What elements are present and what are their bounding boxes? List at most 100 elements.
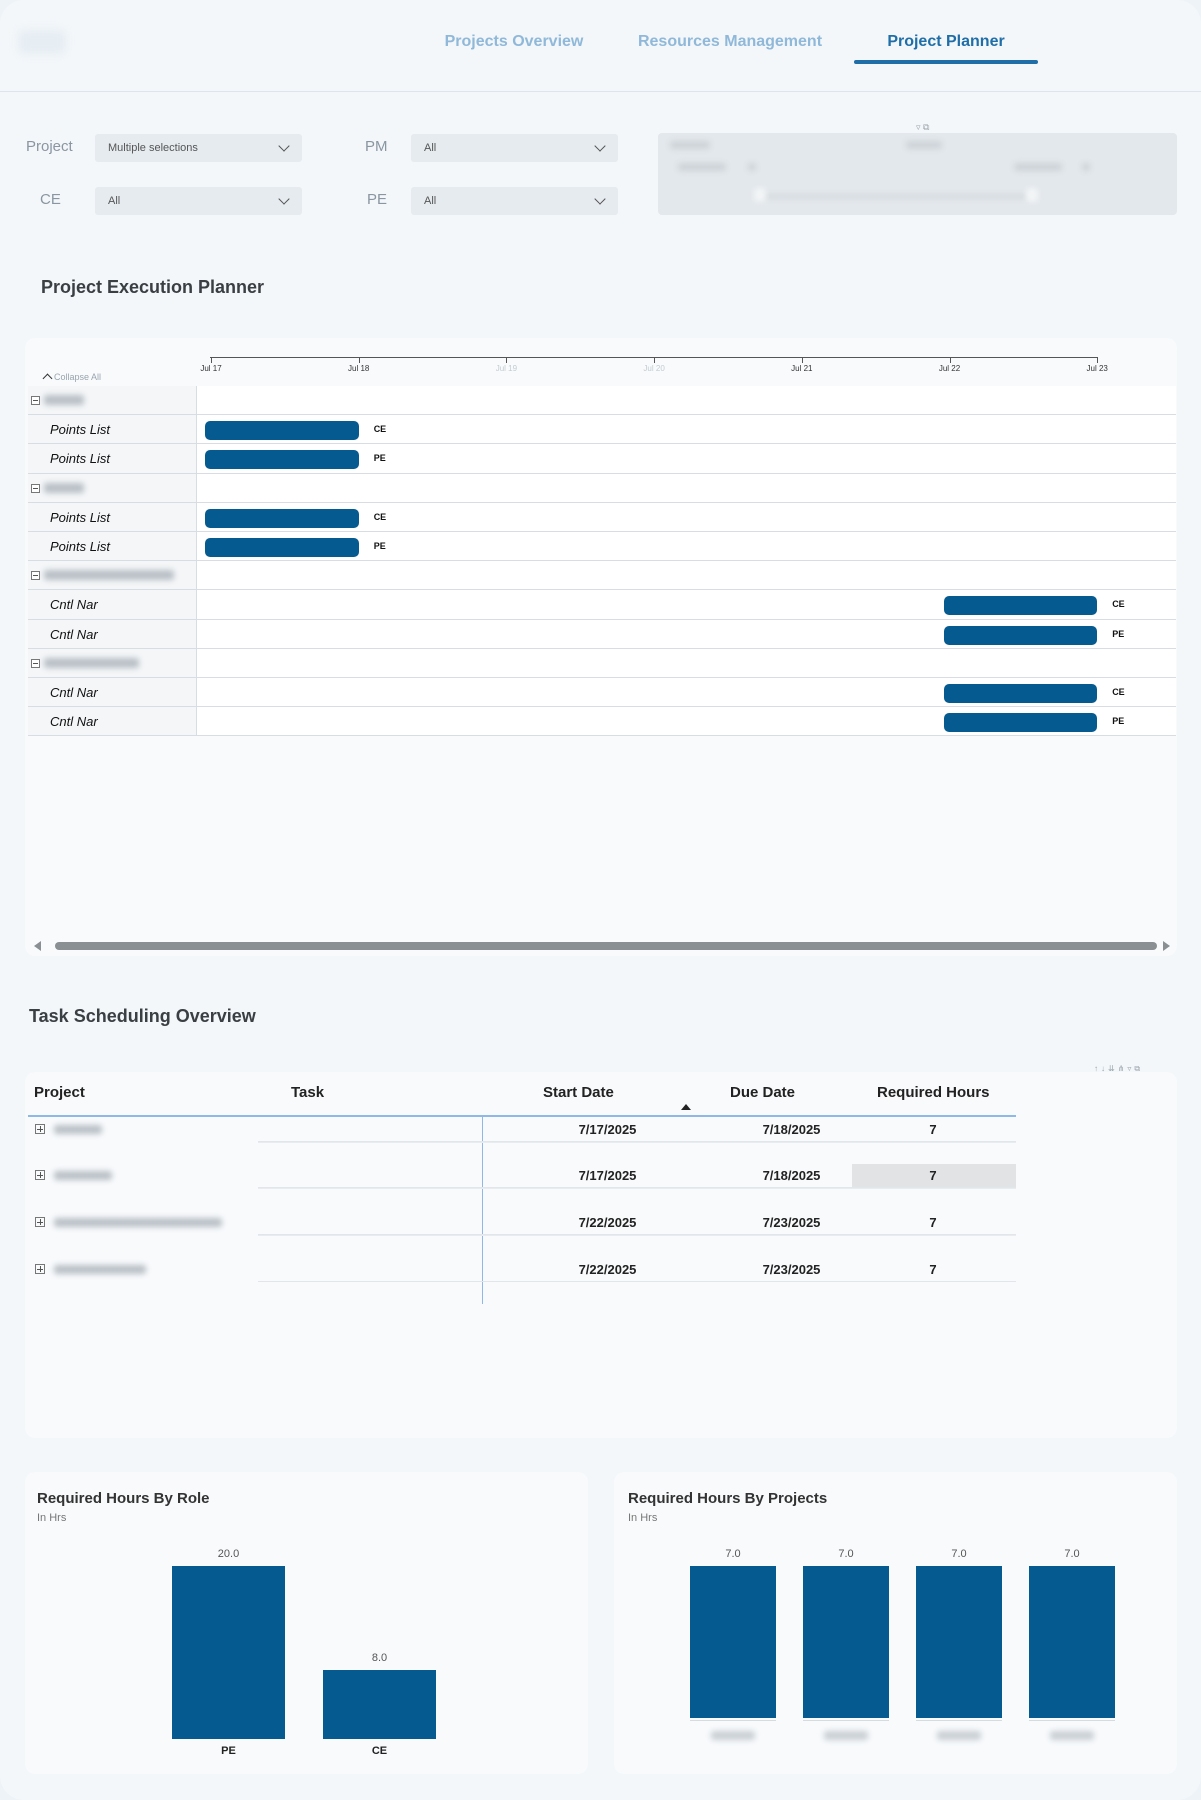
chevron-down-icon [594,140,606,152]
collapse-icon[interactable] [31,396,40,405]
gantt-bar[interactable] [205,508,359,528]
gantt-bar[interactable] [205,450,359,470]
expand-icon[interactable] [35,1170,45,1180]
expand-icon[interactable] [35,1217,45,1227]
collapse-icon[interactable] [31,658,40,668]
table-row[interactable]: 7/17/2025 7/18/2025 7 [28,1164,1016,1189]
slicer-start-input[interactable] [678,163,726,171]
logo [18,30,66,54]
collapse-all-button[interactable]: Collapse All [44,372,101,382]
axis-tick [506,357,508,363]
tab-project-planner[interactable]: Project Planner [854,28,1038,64]
gantt-group-row[interactable] [28,561,1176,591]
calendar-icon[interactable] [1082,163,1090,171]
due-date-cell: 7/18/2025 [762,1168,821,1183]
chart-bar[interactable] [323,1669,436,1739]
task-label: Points List [50,422,110,438]
gantt-bar[interactable] [943,625,1098,645]
column-header-task[interactable]: Task [291,1084,324,1101]
collapse-icon[interactable] [31,571,40,581]
calendar-icon[interactable] [748,163,756,171]
start-date-cell: 7/22/2025 [578,1262,637,1277]
project-name [54,1171,112,1180]
gantt-bar[interactable] [205,537,359,557]
gantt-bar[interactable] [943,683,1098,703]
slicer-handle-end[interactable] [1026,188,1038,202]
gantt-task-row[interactable]: Cntl Nar CE [28,677,1176,708]
gantt-bar[interactable] [205,421,359,441]
table-row[interactable]: 7/22/2025 7/23/2025 7 [28,1258,1016,1282]
ce-dropdown[interactable]: All [95,187,302,215]
horizontal-scrollbar[interactable] [55,942,1157,950]
gantt-task-row[interactable]: Points List PE [28,444,1176,474]
pe-dropdown[interactable]: All [411,187,618,215]
sort-ascending-icon[interactable] [681,1104,691,1110]
row-divider [258,1188,1016,1189]
gantt-task-row[interactable]: Points List PE [28,531,1176,562]
task-label: Cntl Nar [50,714,98,730]
gantt-bar-role-label: PE [373,453,386,464]
start-date-cell: 7/22/2025 [578,1215,637,1230]
chart-bar[interactable] [172,1566,285,1739]
ce-filter-label: CE [40,191,61,208]
gantt-bar[interactable] [943,713,1098,733]
required-hours-cell: 7 [929,1262,937,1277]
gantt-task-row[interactable]: Cntl Nar CE [28,590,1176,620]
scroll-left-arrow[interactable] [34,941,41,951]
slicer-end-input[interactable] [1014,163,1062,171]
project-dropdown[interactable]: Multiple selections [95,134,302,162]
date-range-slicer[interactable] [658,133,1177,215]
pm-dropdown[interactable]: All [411,134,618,162]
gantt-task-row[interactable]: Points List CE [28,502,1176,532]
slicer-handle-start[interactable] [754,188,766,202]
gantt-bar[interactable] [943,596,1098,616]
gantt-label-cell: Points List [28,444,197,473]
table-row[interactable]: 7/17/2025 7/18/2025 7 [28,1118,1016,1143]
gantt-task-row[interactable]: Points List CE [28,415,1176,445]
gantt-label-cell: Cntl Nar [28,619,197,648]
gantt-label-cell: Cntl Nar [28,590,197,619]
column-header-project[interactable]: Project [34,1084,85,1101]
column-header-required-hours[interactable]: Required Hours [877,1084,990,1101]
table-row[interactable]: 7/22/2025 7/23/2025 7 [28,1211,1016,1236]
due-date-cell: 7/18/2025 [762,1122,821,1137]
axis-tick-label: Jul 19 [495,364,518,373]
expand-icon[interactable] [35,1124,45,1134]
gantt-task-row[interactable]: Cntl Nar PE [28,619,1176,649]
axis-tick [211,357,212,363]
required-hours-cell: 7 [929,1215,937,1230]
chart-bar[interactable] [803,1566,889,1718]
pm-filter-label: PM [365,138,388,155]
app-frame: Projects Overview Resources Management P… [0,0,1201,1800]
chart-bar[interactable] [1029,1566,1115,1718]
slicer-header-icons[interactable]: ▿ ⧉ [916,122,929,133]
chart-bar[interactable] [690,1566,776,1718]
gantt-task-row[interactable]: Cntl Nar PE [28,707,1176,737]
gantt-bar-role-label: PE [373,540,386,551]
axis-tick [801,357,803,363]
axis-baseline [916,1720,1002,1721]
chart-bar[interactable] [916,1566,1002,1718]
task-label: Points List [50,538,110,554]
scroll-right-arrow[interactable] [1163,941,1170,951]
expand-icon[interactable] [35,1264,45,1274]
gantt-label-cell [28,561,197,590]
axis-baseline [690,1720,776,1721]
slicer-track[interactable] [758,195,1028,198]
column-header-start-date[interactable]: Start Date [543,1084,614,1101]
tab-resources-management[interactable]: Resources Management [634,28,826,64]
top-navigation: Projects Overview Resources Management P… [0,0,1201,92]
category-label [1050,1731,1094,1740]
tab-projects-overview[interactable]: Projects Overview [440,28,588,64]
due-date-cell: 7/23/2025 [762,1262,821,1277]
task-label: Cntl Nar [50,626,98,642]
collapse-icon[interactable] [31,483,40,493]
gantt-group-row[interactable] [28,386,1176,416]
axis-tick-label: Jul 21 [791,364,813,373]
gantt-group-row[interactable] [28,473,1176,503]
project-name [44,570,174,581]
gantt-group-row[interactable] [28,648,1176,678]
table-header-icons[interactable]: ↑↓⇊⋔▿⧉ [1094,1064,1143,1074]
column-header-due-date[interactable]: Due Date [730,1084,795,1101]
axis-tick [949,357,951,363]
